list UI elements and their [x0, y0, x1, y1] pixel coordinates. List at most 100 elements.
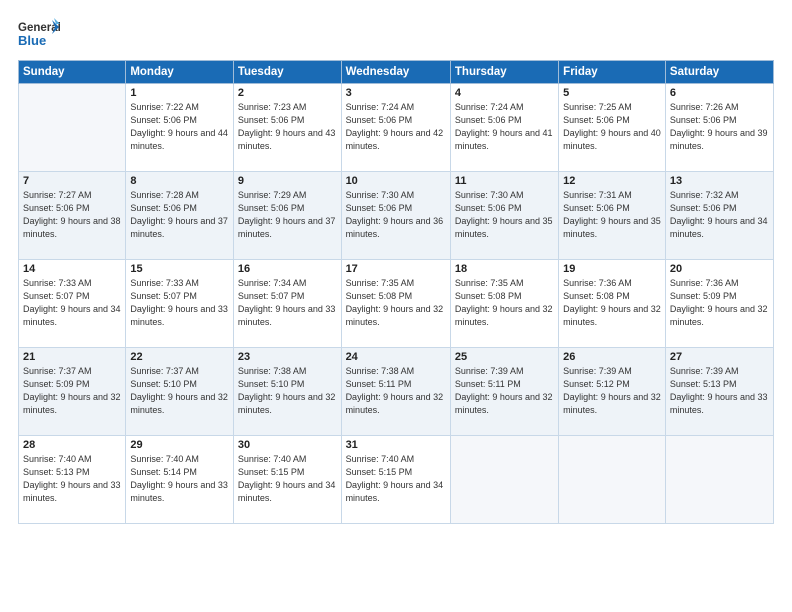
day-number: 11	[455, 175, 554, 187]
day-info: Sunrise: 7:33 AMSunset: 5:07 PMDaylight:…	[23, 277, 121, 329]
day-info: Sunrise: 7:30 AMSunset: 5:06 PMDaylight:…	[455, 189, 554, 241]
svg-text:Blue: Blue	[18, 33, 46, 48]
calendar-week-row: 14 Sunrise: 7:33 AMSunset: 5:07 PMDayligh…	[19, 260, 774, 348]
calendar-week-row: 21Sunrise: 7:37 AMSunset: 5:09 PMDayligh…	[19, 348, 774, 436]
day-number: 15	[130, 263, 229, 275]
day-info: Sunrise: 7:34 AMSunset: 5:07 PMDaylight:…	[238, 277, 337, 329]
calendar-cell: 8 Sunrise: 7:28 AMSunset: 5:06 PMDaylight…	[126, 172, 234, 260]
calendar-cell: 31 Sunrise: 7:40 AMSunset: 5:15 PMDayligh…	[341, 436, 450, 524]
day-number: 25	[455, 351, 554, 363]
day-info: Sunrise: 7:30 AMSunset: 5:06 PMDaylight:…	[346, 189, 446, 241]
day-info: Sunrise: 7:37 AMSunset: 5:10 PMDaylight:…	[130, 365, 229, 417]
calendar-week-row: 28 Sunrise: 7:40 AMSunset: 5:13 PMDayligh…	[19, 436, 774, 524]
day-info: Sunrise: 7:32 AMSunset: 5:06 PMDaylight:…	[670, 189, 769, 241]
calendar-cell: 30Sunrise: 7:40 AMSunset: 5:15 PMDayligh…	[233, 436, 341, 524]
day-number: 28	[23, 439, 121, 451]
day-info: Sunrise: 7:23 AMSunset: 5:06 PMDaylight:…	[238, 101, 337, 153]
day-number: 29	[130, 439, 229, 451]
calendar-cell	[665, 436, 773, 524]
calendar-cell: 24 Sunrise: 7:38 AMSunset: 5:11 PMDayligh…	[341, 348, 450, 436]
day-number: 21	[23, 351, 121, 363]
day-info: Sunrise: 7:36 AMSunset: 5:09 PMDaylight:…	[670, 277, 769, 329]
day-number: 26	[563, 351, 661, 363]
day-number: 17	[346, 263, 446, 275]
weekday-header-sunday: Sunday	[19, 61, 126, 84]
day-number: 16	[238, 263, 337, 275]
header: General Blue	[18, 18, 774, 52]
calendar-cell: 16 Sunrise: 7:34 AMSunset: 5:07 PMDayligh…	[233, 260, 341, 348]
day-number: 8	[130, 175, 229, 187]
calendar-cell: 1 Sunrise: 7:22 AMSunset: 5:06 PMDaylight…	[126, 84, 234, 172]
day-info: Sunrise: 7:28 AMSunset: 5:06 PMDaylight:…	[130, 189, 229, 241]
day-info: Sunrise: 7:40 AMSunset: 5:15 PMDaylight:…	[238, 453, 337, 505]
day-info: Sunrise: 7:38 AMSunset: 5:11 PMDaylight:…	[346, 365, 446, 417]
calendar-cell: 28 Sunrise: 7:40 AMSunset: 5:13 PMDayligh…	[19, 436, 126, 524]
day-info: Sunrise: 7:35 AMSunset: 5:08 PMDaylight:…	[455, 277, 554, 329]
day-info: Sunrise: 7:25 AMSunset: 5:06 PMDaylight:…	[563, 101, 661, 153]
calendar-cell: 26 Sunrise: 7:39 AMSunset: 5:12 PMDayligh…	[559, 348, 666, 436]
day-number: 10	[346, 175, 446, 187]
day-number: 23	[238, 351, 337, 363]
weekday-header-wednesday: Wednesday	[341, 61, 450, 84]
calendar-cell: 23 Sunrise: 7:38 AMSunset: 5:10 PMDayligh…	[233, 348, 341, 436]
day-info: Sunrise: 7:27 AMSunset: 5:06 PMDaylight:…	[23, 189, 121, 241]
day-number: 24	[346, 351, 446, 363]
calendar-cell: 7 Sunrise: 7:27 AMSunset: 5:06 PMDaylight…	[19, 172, 126, 260]
day-info: Sunrise: 7:39 AMSunset: 5:13 PMDaylight:…	[670, 365, 769, 417]
day-info: Sunrise: 7:40 AMSunset: 5:13 PMDaylight:…	[23, 453, 121, 505]
day-number: 19	[563, 263, 661, 275]
weekday-header-tuesday: Tuesday	[233, 61, 341, 84]
calendar-cell: 22 Sunrise: 7:37 AMSunset: 5:10 PMDayligh…	[126, 348, 234, 436]
calendar-week-row: 1 Sunrise: 7:22 AMSunset: 5:06 PMDaylight…	[19, 84, 774, 172]
day-info: Sunrise: 7:24 AMSunset: 5:06 PMDaylight:…	[346, 101, 446, 153]
day-info: Sunrise: 7:40 AMSunset: 5:15 PMDaylight:…	[346, 453, 446, 505]
day-number: 18	[455, 263, 554, 275]
calendar-cell: 2 Sunrise: 7:23 AMSunset: 5:06 PMDaylight…	[233, 84, 341, 172]
calendar-cell: 4Sunrise: 7:24 AMSunset: 5:06 PMDaylight…	[450, 84, 558, 172]
day-number: 3	[346, 87, 446, 99]
day-number: 14	[23, 263, 121, 275]
calendar-week-row: 7 Sunrise: 7:27 AMSunset: 5:06 PMDaylight…	[19, 172, 774, 260]
calendar-cell: 18 Sunrise: 7:35 AMSunset: 5:08 PMDayligh…	[450, 260, 558, 348]
calendar-cell: 21Sunrise: 7:37 AMSunset: 5:09 PMDayligh…	[19, 348, 126, 436]
calendar-cell: 13 Sunrise: 7:32 AMSunset: 5:06 PMDayligh…	[665, 172, 773, 260]
calendar-cell: 25Sunrise: 7:39 AMSunset: 5:11 PMDayligh…	[450, 348, 558, 436]
day-number: 7	[23, 175, 121, 187]
calendar-cell: 20 Sunrise: 7:36 AMSunset: 5:09 PMDayligh…	[665, 260, 773, 348]
day-info: Sunrise: 7:39 AMSunset: 5:12 PMDaylight:…	[563, 365, 661, 417]
calendar-cell: 3 Sunrise: 7:24 AMSunset: 5:06 PMDaylight…	[341, 84, 450, 172]
day-number: 27	[670, 351, 769, 363]
day-number: 9	[238, 175, 337, 187]
day-info: Sunrise: 7:22 AMSunset: 5:06 PMDaylight:…	[130, 101, 229, 153]
weekday-header-row: SundayMondayTuesdayWednesdayThursdayFrid…	[19, 61, 774, 84]
calendar-cell	[559, 436, 666, 524]
day-info: Sunrise: 7:26 AMSunset: 5:06 PMDaylight:…	[670, 101, 769, 153]
weekday-header-saturday: Saturday	[665, 61, 773, 84]
calendar-cell: 6 Sunrise: 7:26 AMSunset: 5:06 PMDaylight…	[665, 84, 773, 172]
calendar-cell: 10 Sunrise: 7:30 AMSunset: 5:06 PMDayligh…	[341, 172, 450, 260]
day-number: 1	[130, 87, 229, 99]
weekday-header-monday: Monday	[126, 61, 234, 84]
day-number: 31	[346, 439, 446, 451]
day-info: Sunrise: 7:29 AMSunset: 5:06 PMDaylight:…	[238, 189, 337, 241]
calendar-cell: 9 Sunrise: 7:29 AMSunset: 5:06 PMDaylight…	[233, 172, 341, 260]
calendar-cell: 19 Sunrise: 7:36 AMSunset: 5:08 PMDayligh…	[559, 260, 666, 348]
day-number: 2	[238, 87, 337, 99]
day-number: 6	[670, 87, 769, 99]
calendar-cell: 27 Sunrise: 7:39 AMSunset: 5:13 PMDayligh…	[665, 348, 773, 436]
day-number: 22	[130, 351, 229, 363]
calendar-table: SundayMondayTuesdayWednesdayThursdayFrid…	[18, 60, 774, 524]
day-info: Sunrise: 7:35 AMSunset: 5:08 PMDaylight:…	[346, 277, 446, 329]
calendar-cell: 15 Sunrise: 7:33 AMSunset: 5:07 PMDayligh…	[126, 260, 234, 348]
day-info: Sunrise: 7:33 AMSunset: 5:07 PMDaylight:…	[130, 277, 229, 329]
page: General Blue SundayMondayTuesdayWednesda…	[0, 0, 792, 612]
calendar-cell: 17 Sunrise: 7:35 AMSunset: 5:08 PMDayligh…	[341, 260, 450, 348]
calendar-cell	[19, 84, 126, 172]
day-info: Sunrise: 7:36 AMSunset: 5:08 PMDaylight:…	[563, 277, 661, 329]
weekday-header-friday: Friday	[559, 61, 666, 84]
day-info: Sunrise: 7:38 AMSunset: 5:10 PMDaylight:…	[238, 365, 337, 417]
day-number: 12	[563, 175, 661, 187]
day-number: 13	[670, 175, 769, 187]
calendar-cell	[450, 436, 558, 524]
day-number: 20	[670, 263, 769, 275]
